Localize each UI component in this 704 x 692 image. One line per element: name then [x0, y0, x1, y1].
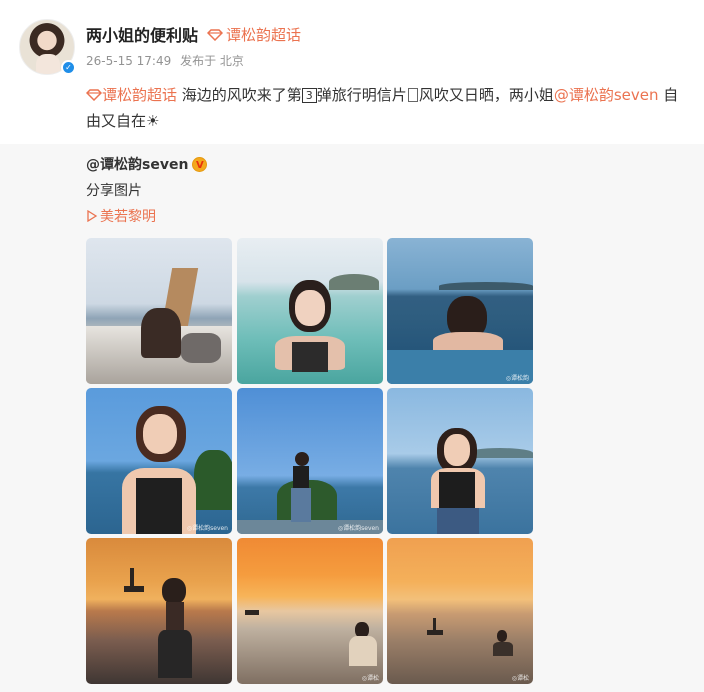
video-link[interactable]: 美若黎明 [86, 206, 156, 226]
photo-sunset-boat[interactable]: ◎谭松 [387, 538, 533, 684]
photo-boat[interactable] [86, 238, 232, 384]
photo-standing-near[interactable] [387, 388, 533, 534]
play-icon [87, 210, 98, 222]
photo-glasses[interactable]: ◎谭松韵seven [86, 388, 232, 534]
photo-pool[interactable]: ◎谭松韵 [387, 238, 533, 384]
mention-link[interactable]: @谭松韵seven [554, 86, 659, 104]
repost-card[interactable]: @谭松韵seven V 分享图片 美若黎明 ◎谭松韵 ◎谭松韵seven ◎谭松… [0, 144, 704, 692]
orange-v-badge-icon: V [192, 156, 208, 172]
watermark: ◎谭松韵 [505, 375, 529, 382]
post-date[interactable]: 26-5-15 17:49 [86, 54, 171, 68]
watermark: ◎谭松 [511, 675, 529, 682]
watermark: ◎谭松 [361, 675, 379, 682]
post-meta: 26-5-15 17:49 发布于 北京 [86, 52, 249, 69]
keycap-number: 3 [301, 88, 317, 103]
photo-sunset-sit[interactable]: ◎谭松 [237, 538, 383, 684]
watermark: ◎谭松韵seven [186, 525, 228, 532]
topic-link[interactable]: 谭松韵超话 [86, 86, 177, 104]
photo-swim[interactable] [237, 238, 383, 384]
watermark: ◎谭松韵seven [337, 525, 379, 532]
repost-text: 分享图片 [86, 183, 142, 199]
missing-glyph-icon [407, 88, 418, 102]
repost-author[interactable]: @谭松韵seven V [86, 154, 208, 174]
repost-username: @谭松韵seven [86, 157, 189, 173]
photo-sunset-walk[interactable] [86, 538, 232, 684]
post-location: 发布于 北京 [180, 54, 244, 68]
diamond-icon [207, 28, 223, 41]
verified-badge-icon: ✓ [61, 60, 76, 75]
video-link-label: 美若黎明 [100, 209, 156, 225]
photo-standing-far[interactable]: ◎谭松韵seven [237, 388, 383, 534]
super-topic-label: 谭松韵超话 [226, 26, 302, 44]
post-text: 谭松韵超话 海边的风吹来了第 3 弹旅行明信片 风吹又日晒，两小姐@谭松韵seven … [86, 86, 679, 130]
post-username[interactable]: 两小姐的便利贴 [86, 22, 198, 46]
post-header: ✓ 两小姐的便利贴 谭松韵超话 26-5-15 17:49 发布于 北京 谭松韵… [0, 0, 704, 144]
super-topic-link[interactable]: 谭松韵超话 [207, 24, 301, 45]
diamond-icon [86, 89, 102, 101]
